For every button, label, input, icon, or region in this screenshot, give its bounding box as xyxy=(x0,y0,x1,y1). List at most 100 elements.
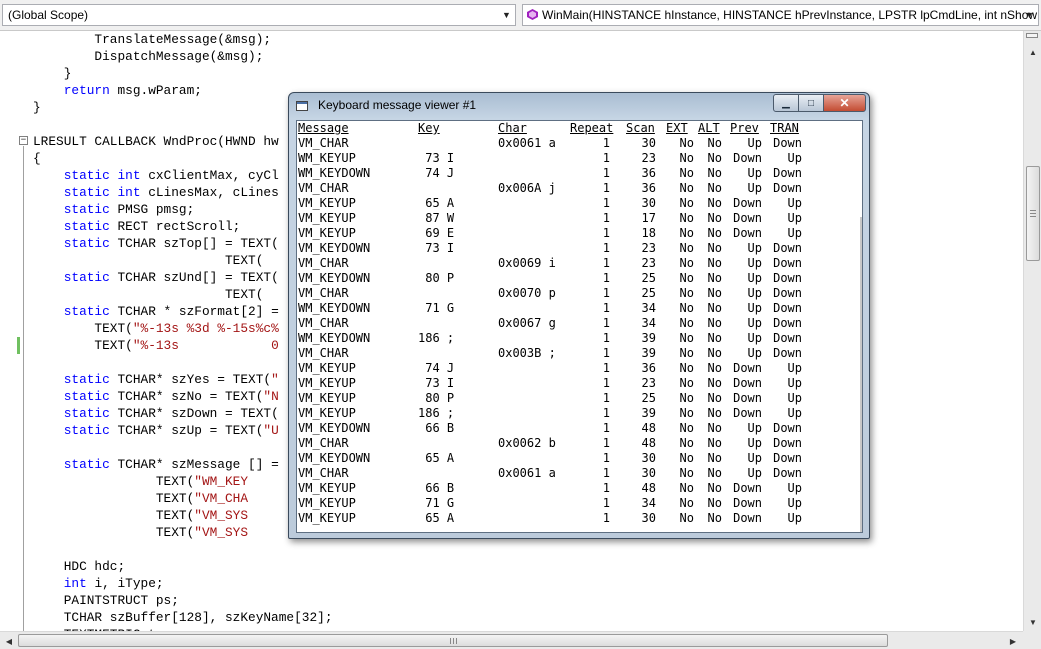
cell-alt: No xyxy=(707,406,722,420)
code-token: int xyxy=(63,576,87,591)
code-line[interactable]: TCHAR szBuffer[128], szKeyName[32]; xyxy=(33,609,333,626)
code-line[interactable]: HDC hdc; xyxy=(33,558,333,575)
cell-scan: 30 xyxy=(641,451,656,465)
cell-message: VM_CHAR xyxy=(298,436,349,450)
code-token: static xyxy=(63,372,110,387)
cell-message: VM_KEYUP xyxy=(298,406,356,420)
maximize-button[interactable]: □ xyxy=(798,94,824,112)
cell-alt: No xyxy=(707,151,722,165)
cell-repeat: 1 xyxy=(602,271,610,285)
cell-prev: Up xyxy=(747,256,762,270)
split-handle[interactable] xyxy=(1026,33,1038,38)
cell-alt: No xyxy=(707,481,722,495)
cell-tran: Down xyxy=(773,451,802,465)
code-token: TEXT( xyxy=(33,321,133,336)
column-header-alt: ALT xyxy=(698,121,720,135)
scroll-down-icon[interactable]: ▼ xyxy=(1025,614,1041,630)
cell-ext: No xyxy=(679,331,694,345)
cell-repeat: 1 xyxy=(602,421,610,435)
cell-tran: Up xyxy=(787,496,802,510)
cell-repeat: 1 xyxy=(602,241,610,255)
scroll-right-icon[interactable]: ▶ xyxy=(1005,633,1021,649)
cell-ext: No xyxy=(679,256,694,270)
cell-scan: 39 xyxy=(641,346,656,360)
column-header-scan: Scan xyxy=(626,121,655,135)
cell-key: 73 I xyxy=(418,241,455,255)
cell-ext: No xyxy=(679,241,694,255)
code-line[interactable]: TranslateMessage(&msg); xyxy=(33,31,333,48)
cell-prev: Up xyxy=(747,316,762,330)
code-token: "WM_KEY xyxy=(194,474,249,489)
code-line[interactable]: int i, iType; xyxy=(33,575,333,592)
code-token: TCHAR szUnd[] = TEXT( xyxy=(109,270,279,285)
code-line[interactable]: } xyxy=(33,65,333,82)
cell-scan: 18 xyxy=(641,226,656,240)
chevron-down-icon[interactable]: ▼ xyxy=(1021,5,1038,25)
editor-vertical-scrollbar[interactable]: ▲ ▼ xyxy=(1023,31,1041,631)
function-dropdown[interactable]: WinMain(HINSTANCE hInstance, HINSTANCE h… xyxy=(522,4,1039,26)
code-token: static xyxy=(63,423,110,438)
code-line[interactable] xyxy=(33,541,333,558)
chevron-down-icon[interactable]: ▼ xyxy=(498,5,515,25)
cell-prev: Down xyxy=(733,376,762,390)
cell-scan: 34 xyxy=(641,496,656,510)
cell-message: WM_KEYDOWN xyxy=(298,301,371,315)
cell-tran: Up xyxy=(787,151,802,165)
code-line[interactable]: DispatchMessage(&msg); xyxy=(33,48,333,65)
scroll-up-icon[interactable]: ▲ xyxy=(1025,44,1041,60)
cell-prev: Down xyxy=(733,406,762,420)
cell-tran: Down xyxy=(773,136,802,150)
code-token: " xyxy=(271,372,279,387)
keyboard-viewer-window[interactable]: Keyboard message viewer #1 ▁ □ ✕ Message… xyxy=(288,92,870,539)
cell-prev: Down xyxy=(733,511,762,525)
code-token: TCHAR* szUp = TEXT( xyxy=(109,423,264,438)
cell-message: VM_CHAR xyxy=(298,466,349,480)
function-dropdown-value: WinMain(HINSTANCE hInstance, HINSTANCE h… xyxy=(542,8,1038,22)
fold-line xyxy=(23,146,24,631)
code-token: msg.wParam; xyxy=(109,83,202,98)
cell-message: VM_KEYUP xyxy=(298,496,356,510)
cell-message: VM_KEYDOWN xyxy=(298,421,371,435)
cell-repeat: 1 xyxy=(602,151,610,165)
code-token: static xyxy=(63,406,110,421)
collapse-icon[interactable]: − xyxy=(19,136,28,145)
cell-key: 66 B xyxy=(418,481,455,495)
cell-scan: 25 xyxy=(641,271,656,285)
scrollbar-thumb[interactable] xyxy=(1026,166,1040,261)
cell-tran: Down xyxy=(773,271,802,285)
cell-char: 0x006A j xyxy=(498,181,556,195)
code-token: TEXT( xyxy=(33,508,195,523)
column-header-ext: EXT xyxy=(666,121,688,135)
change-marker xyxy=(17,337,20,354)
cell-tran: Down xyxy=(773,301,802,315)
editor-horizontal-scrollbar[interactable]: ◀ ▶ xyxy=(0,631,1023,649)
code-token: "N xyxy=(263,389,279,404)
minimize-button[interactable]: ▁ xyxy=(773,94,799,112)
cell-scan: 30 xyxy=(641,136,656,150)
cell-alt: No xyxy=(707,346,722,360)
cell-message: VM_CHAR xyxy=(298,181,349,195)
cell-char: 0x0062 b xyxy=(498,436,556,450)
cell-prev: Up xyxy=(747,136,762,150)
cell-tran: Down xyxy=(773,166,802,180)
scope-dropdown[interactable]: (Global Scope) ▼ xyxy=(2,4,516,26)
cell-key: 74 J xyxy=(418,361,455,375)
cell-message: VM_KEYUP xyxy=(298,226,356,240)
cell-alt: No xyxy=(707,421,722,435)
scrollbar-thumb[interactable] xyxy=(18,634,888,647)
cell-key: 65 A xyxy=(418,196,455,210)
cell-alt: No xyxy=(707,181,722,195)
cell-scan: 34 xyxy=(641,301,656,315)
cell-message: VM_KEYDOWN xyxy=(298,451,371,465)
code-token: TCHAR * szFormat[2] = xyxy=(109,304,279,319)
cell-alt: No xyxy=(707,226,722,240)
close-button[interactable]: ✕ xyxy=(823,94,866,112)
code-token: i, iType; xyxy=(86,576,164,591)
code-line[interactable]: PAINTSTRUCT ps; xyxy=(33,592,333,609)
window-title: Keyboard message viewer #1 xyxy=(318,98,477,112)
scroll-left-icon[interactable]: ◀ xyxy=(1,633,17,649)
